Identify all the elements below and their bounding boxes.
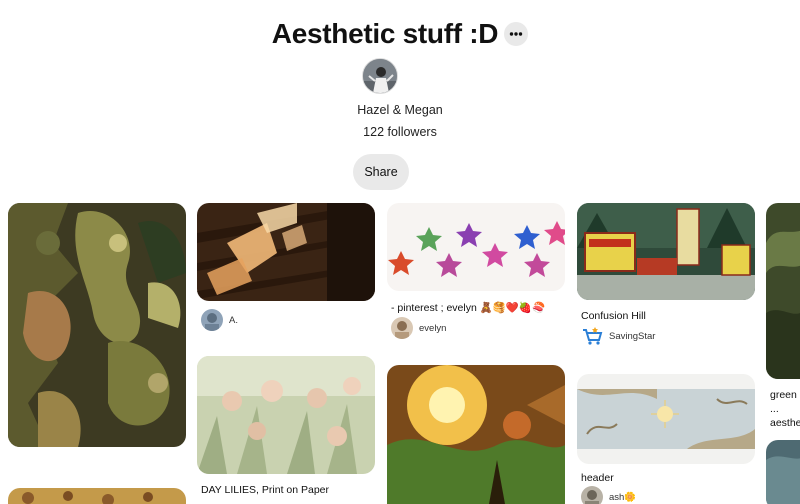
board-owner-avatar[interactable] xyxy=(362,58,398,94)
user-avatar xyxy=(391,317,413,339)
more-options-button[interactable] xyxy=(504,22,529,46)
board-owners[interactable]: Hazel & Megan xyxy=(0,103,800,117)
share-button[interactable]: Share xyxy=(353,154,409,190)
pin-image-partial[interactable] xyxy=(766,440,800,504)
savingstar-cart-icon xyxy=(581,325,603,347)
user-avatar xyxy=(581,486,603,504)
user-name: SavingStar xyxy=(609,330,656,342)
pin-image-golden-art[interactable] xyxy=(387,365,565,504)
user-avatar xyxy=(201,309,223,331)
pin-image-stars[interactable] xyxy=(387,203,565,291)
pin-image-confusion-hill[interactable] xyxy=(577,203,755,300)
user-name: evelyn xyxy=(419,322,447,334)
pin-image-bark[interactable] xyxy=(8,203,186,447)
pin-user-ash[interactable]: ash🌼 xyxy=(581,486,636,504)
pin-image-day-lilies[interactable] xyxy=(197,356,375,474)
pin-title[interactable]: Confusion Hill xyxy=(581,310,751,322)
pin-title[interactable]: header xyxy=(581,472,751,484)
pin-user-evelyn[interactable]: evelyn xyxy=(391,317,446,339)
pin-image-floor-light[interactable] xyxy=(197,203,375,301)
pin-image-green[interactable] xyxy=(766,203,800,379)
pin-title[interactable]: DAY LILIES, Print on Paper xyxy=(201,484,371,496)
user-name: ash🌼 xyxy=(609,491,637,503)
user-name: A. xyxy=(229,314,238,326)
pin-image-pattern[interactable] xyxy=(8,488,186,504)
title-row: Aesthetic stuff :D xyxy=(0,18,800,50)
pin-user-savingstar[interactable]: SavingStar xyxy=(581,325,655,347)
pin-user-a[interactable]: A. xyxy=(201,309,238,331)
pin-title[interactable]: - pinterest ; evelyn 🧸🥞❤️🍓🍣 xyxy=(391,301,563,314)
pin-title[interactable]: green ... aesthe... xyxy=(770,388,800,430)
ellipsis-icon xyxy=(510,32,523,36)
pin-image-sun-header[interactable] xyxy=(577,374,755,464)
followers-count[interactable]: 122 followers xyxy=(0,125,800,139)
board-header: Aesthetic stuff :D Hazel & Megan 122 fol… xyxy=(0,0,800,200)
board-title: Aesthetic stuff :D xyxy=(271,18,499,49)
